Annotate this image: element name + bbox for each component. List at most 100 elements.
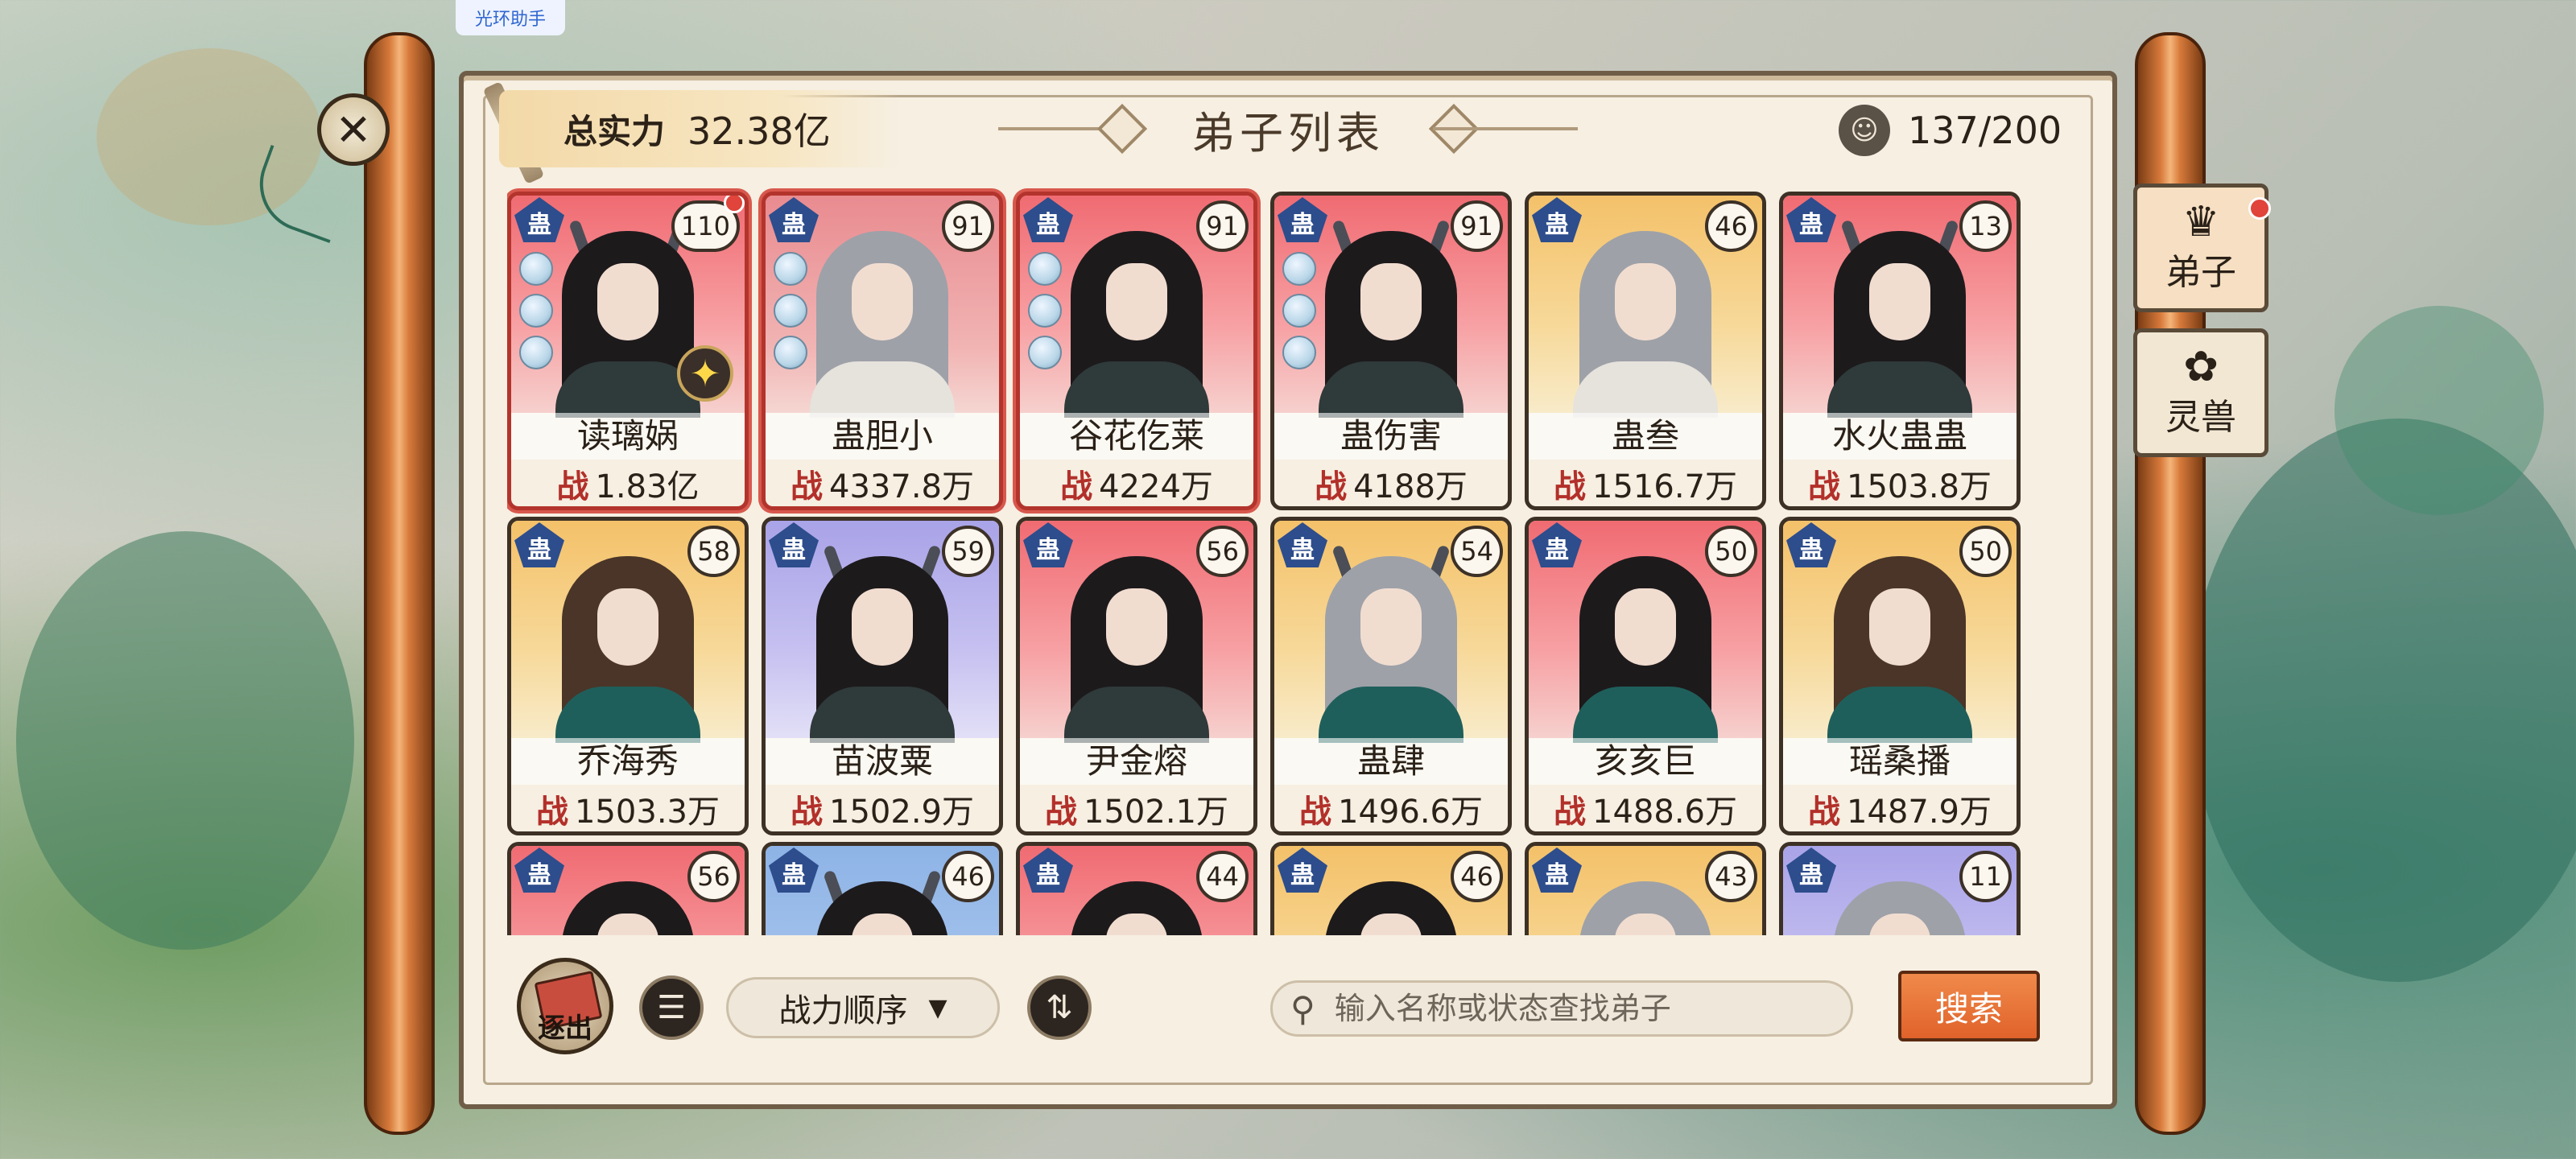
disciple-card[interactable]: 蛊 44 (1016, 842, 1257, 935)
spirit-gem-icon (1282, 252, 1316, 286)
power-value: 4224万 (1099, 468, 1213, 505)
face (1869, 263, 1930, 340)
disciple-card[interactable]: 蛊 58 乔海秀战 1503.3万 (507, 517, 749, 835)
search-box[interactable]: ⚲ (1270, 980, 1853, 1037)
disciple-power: 战 1488.6万 (1529, 785, 1762, 831)
body (1064, 687, 1209, 743)
spirit-gem-icon (1028, 336, 1062, 369)
disciple-power: 战 1503.8万 (1783, 460, 2017, 506)
body (1319, 361, 1463, 418)
disciple-card[interactable]: 蛊 56 尹金熔战 1502.1万 (1016, 517, 1257, 835)
power-value: 1488.6万 (1592, 794, 1737, 831)
beast-icon: ✿ (2183, 343, 2219, 391)
character-figure (802, 869, 963, 935)
search-icon: ⚲ (1290, 988, 1315, 1029)
face (1106, 263, 1167, 340)
page-title: 弟子列表 (998, 90, 1578, 167)
disciple-card[interactable]: 蛊 13 水火蛊蛊战 1503.8万 (1779, 192, 2021, 510)
power-prefix: 战 (556, 468, 589, 505)
search-button[interactable]: 搜索 (1898, 971, 2040, 1041)
background-scenery (2190, 419, 2576, 982)
face (597, 588, 658, 666)
power-value: 1502.9万 (829, 794, 974, 831)
character-figure (802, 220, 963, 418)
level-badge: 56 (687, 851, 740, 902)
character-figure (1056, 220, 1217, 418)
disciple-card[interactable]: 蛊 46 (1270, 842, 1512, 935)
level-badge: 91 (942, 200, 994, 252)
tab-disciple-label: 弟子 (2165, 252, 2236, 293)
spirit-gem-icon (519, 336, 553, 369)
face (852, 263, 913, 340)
search-input[interactable] (1334, 991, 1818, 1026)
character-figure (1819, 870, 1980, 935)
disciple-name: 谷花仡莱 (1020, 413, 1253, 460)
disciple-grid[interactable]: 蛊 110 ✦ 读璃娲战 1.83亿蛊 91 蛊胆小战 4337.8万蛊 91 谷花仡莱战 4224… (507, 185, 2061, 935)
disciple-name: 尹金熔 (1020, 738, 1253, 785)
power-prefix: 战 (1299, 794, 1332, 831)
disciple-name: 苗波粟 (766, 738, 999, 785)
face (1360, 263, 1422, 340)
disciple-card[interactable]: 蛊 91 蛊胆小战 4337.8万 (762, 192, 1003, 510)
power-value: 1503.8万 (1847, 468, 1992, 505)
character-figure (1819, 545, 1980, 743)
disciple-card[interactable]: 蛊 56 (507, 842, 749, 935)
list-view-button[interactable]: ☰ (639, 975, 704, 1040)
sort-dropdown-value: 战力顺序 (778, 992, 908, 1029)
body (1827, 361, 1972, 418)
page-title-text: 弟子列表 (1191, 107, 1385, 159)
disciple-power: 战 4337.8万 (766, 460, 999, 506)
close-button[interactable]: ✕ (317, 93, 390, 166)
disciple-power: 战 1502.1万 (1020, 785, 1253, 831)
disciple-card[interactable]: 蛊 54 蛊肆战 1496.6万 (1270, 517, 1512, 835)
helper-badge[interactable]: 光环助手 (456, 0, 565, 35)
spirit-gem-icon (1028, 294, 1062, 328)
spirit-gem-icon (774, 294, 807, 328)
character-figure (802, 544, 963, 743)
disciple-card[interactable]: 蛊 50 瑶桑播战 1487.9万 (1779, 517, 2021, 835)
spirit-gem-icon (1282, 336, 1316, 369)
disciple-card[interactable]: 蛊 110 ✦ 读璃娲战 1.83亿 (507, 192, 749, 510)
disciple-card[interactable]: 蛊 91 蛊伤害战 4188万 (1270, 192, 1512, 510)
dismiss-button[interactable]: 逐出 (517, 958, 613, 1054)
power-value: 1516.7万 (1592, 468, 1737, 505)
level-badge: 91 (1451, 200, 1503, 252)
chevron-down-icon: ▼ (928, 993, 947, 1022)
disciple-icon: ♛ (2182, 198, 2220, 246)
disciple-count-text: 137/200 (1908, 109, 2062, 152)
disciple-power: 战 4188万 (1274, 460, 1508, 506)
disciple-power: 战 1516.7万 (1529, 460, 1762, 506)
background-scenery (16, 531, 354, 950)
character-figure (1565, 545, 1726, 743)
notification-dot (2248, 197, 2271, 220)
power-prefix: 战 (791, 794, 824, 831)
disciple-card[interactable]: 蛊 59 苗波粟战 1502.9万 (762, 517, 1003, 835)
spirit-gem-icon (774, 336, 807, 369)
title-ornament (1096, 103, 1148, 155)
disciple-power: 战 1.83亿 (511, 460, 745, 506)
tab-beast[interactable]: ✿ 灵兽 (2133, 328, 2268, 457)
disciple-card[interactable]: 蛊 46 (762, 842, 1003, 935)
tab-disciple[interactable]: ♛ 弟子 (2133, 184, 2271, 312)
sort-dropdown[interactable]: 战力顺序 ▼ (726, 977, 1000, 1038)
body (1573, 361, 1718, 418)
disciple-name: 乔海秀 (511, 738, 745, 785)
face (1615, 588, 1676, 666)
disciple-card[interactable]: 蛊 46 蛊叁战 1516.7万 (1525, 192, 1766, 510)
sort-order-button[interactable]: ⇅ (1027, 975, 1092, 1040)
notification-dot (724, 196, 745, 213)
disciple-card[interactable]: 蛊 43 (1525, 842, 1766, 935)
power-value: 1487.9万 (1847, 794, 1992, 831)
level-badge: 46 (942, 851, 994, 902)
character-figure (1311, 544, 1472, 743)
disciple-card[interactable]: 蛊 50 亥亥巨战 1488.6万 (1525, 517, 1766, 835)
close-icon: ✕ (335, 104, 372, 155)
character-figure (1819, 219, 1980, 418)
level-badge: 58 (687, 526, 740, 577)
disciple-count: ☺ 137/200 (1839, 101, 2062, 159)
disciple-card[interactable]: 蛊 91 谷花仡莱战 4224万 (1016, 192, 1257, 510)
body (810, 361, 955, 418)
character-figure (1056, 870, 1217, 935)
disciple-card[interactable]: 蛊 11 (1779, 842, 2021, 935)
character-figure (1565, 220, 1726, 418)
